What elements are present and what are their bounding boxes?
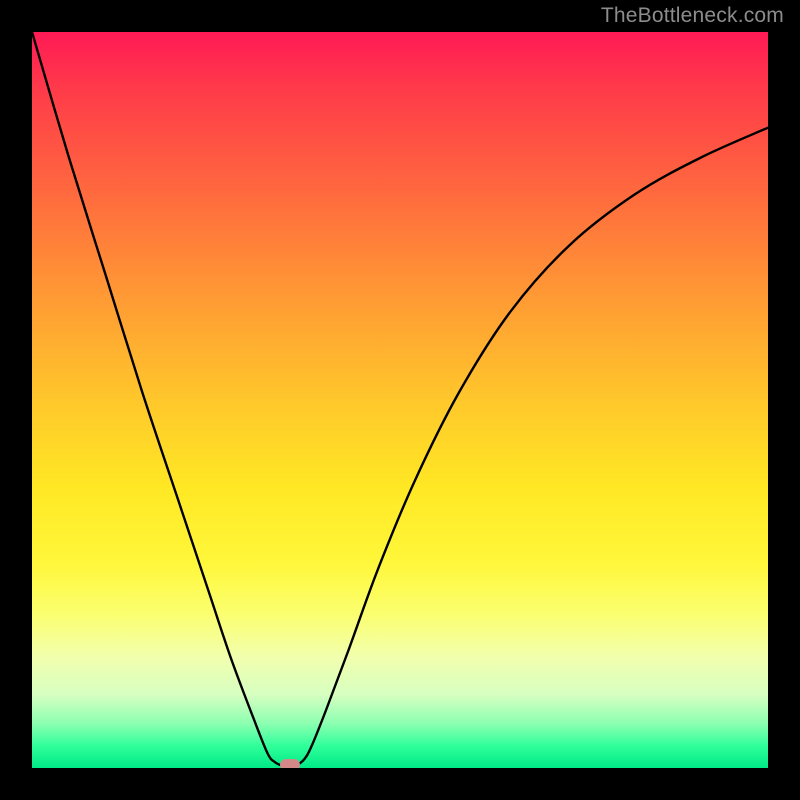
curve-layer	[32, 32, 768, 768]
watermark-label: TheBottleneck.com	[601, 4, 784, 28]
min-marker	[280, 759, 300, 768]
chart-frame: TheBottleneck.com	[0, 0, 800, 800]
plot-area	[32, 32, 768, 768]
bottleneck-curve	[32, 32, 768, 768]
